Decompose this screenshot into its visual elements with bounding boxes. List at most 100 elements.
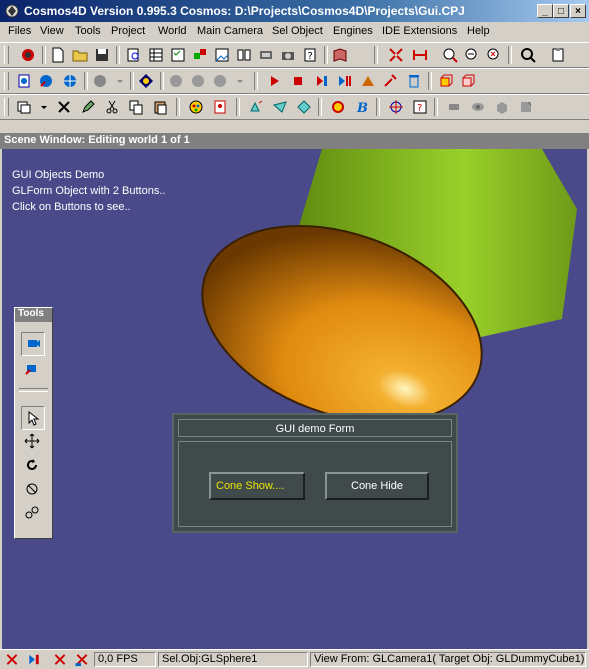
- effect-icon[interactable]: [246, 98, 266, 116]
- toolbar-grip[interactable]: [4, 98, 9, 116]
- table-icon[interactable]: [146, 46, 166, 64]
- record-icon[interactable]: [18, 46, 38, 64]
- expand-icon[interactable]: [386, 46, 406, 64]
- script-icon[interactable]: B: [352, 98, 372, 116]
- stop-icon[interactable]: [288, 72, 308, 90]
- menu-main-camera[interactable]: Main Camera: [197, 25, 263, 37]
- play-icon[interactable]: [264, 72, 284, 90]
- manual-icon[interactable]: [330, 46, 350, 64]
- navigator-icon[interactable]: [136, 72, 156, 90]
- world-import-icon[interactable]: [36, 72, 56, 90]
- zoom-in-icon[interactable]: [440, 46, 460, 64]
- close-button[interactable]: ×: [570, 4, 586, 18]
- chevron-down-icon[interactable]: [230, 72, 250, 90]
- step-icon[interactable]: [312, 72, 332, 90]
- link-tool-icon[interactable]: [21, 502, 43, 524]
- open-folder-icon[interactable]: [70, 46, 90, 64]
- stop-engine-icon[interactable]: [4, 652, 20, 667]
- disable-icon[interactable]: [52, 652, 68, 667]
- cone-show-button[interactable]: Cone Show....: [209, 472, 305, 500]
- textures-icon[interactable]: [212, 46, 232, 64]
- pointer-tool-icon[interactable]: [21, 406, 45, 430]
- maximize-button[interactable]: □: [553, 4, 569, 18]
- eye-disabled-icon[interactable]: [468, 98, 488, 116]
- inspect-icon[interactable]: [518, 46, 538, 64]
- copy-window-icon[interactable]: [14, 98, 34, 116]
- cone-hide-button[interactable]: Cone Hide: [325, 472, 429, 500]
- cone-effect-icon[interactable]: [270, 98, 290, 116]
- menu-project[interactable]: Project: [111, 25, 145, 37]
- sphere-gray-icon[interactable]: [188, 72, 208, 90]
- toolbar-separator: [376, 98, 380, 116]
- gui-form-title: GUI demo Form: [178, 419, 452, 437]
- world-new-icon[interactable]: [14, 72, 34, 90]
- checklist-icon[interactable]: [168, 46, 188, 64]
- chevron-down-icon[interactable]: [34, 98, 54, 116]
- menu-files[interactable]: Files: [8, 25, 31, 37]
- svg-text:B: B: [356, 101, 368, 115]
- app-icon: [5, 4, 19, 18]
- trash-icon[interactable]: [404, 72, 424, 90]
- save-icon[interactable]: [92, 46, 112, 64]
- cube-pink-icon[interactable]: [458, 72, 478, 90]
- material-icon[interactable]: [186, 98, 206, 116]
- play-pause-icon[interactable]: [334, 72, 354, 90]
- edit-icon[interactable]: [78, 98, 98, 116]
- menu-help[interactable]: Help: [467, 25, 490, 37]
- help-page-icon[interactable]: ?: [300, 46, 320, 64]
- menu-engines[interactable]: Engines: [333, 25, 373, 37]
- note-disabled-icon[interactable]: [516, 98, 536, 116]
- delete-icon[interactable]: [54, 98, 74, 116]
- camera-icon[interactable]: [278, 46, 298, 64]
- new-file-icon[interactable]: [48, 46, 68, 64]
- gui-demo-form[interactable]: GUI demo Form Cone Show.... Cone Hide: [172, 413, 458, 533]
- zoom-reset-icon[interactable]: [484, 46, 504, 64]
- find-icon[interactable]: [124, 46, 144, 64]
- camera-tool-icon[interactable]: [21, 358, 43, 380]
- toolbar-grip[interactable]: [4, 72, 9, 90]
- mesh-effect-icon[interactable]: [294, 98, 314, 116]
- context-help-icon[interactable]: ?: [410, 98, 430, 116]
- menu-sel-object[interactable]: Sel Object: [272, 25, 323, 37]
- menu-view[interactable]: View: [40, 25, 64, 37]
- fit-icon[interactable]: [410, 46, 430, 64]
- render-icon[interactable]: [256, 46, 276, 64]
- menu-ide-extensions[interactable]: IDE Extensions: [382, 25, 457, 37]
- world-globe-icon[interactable]: [60, 72, 80, 90]
- cut-icon[interactable]: [102, 98, 122, 116]
- sphere-gray-icon[interactable]: [166, 72, 186, 90]
- move-disabled-icon[interactable]: [444, 98, 464, 116]
- target-icon[interactable]: [386, 98, 406, 116]
- tools-icon[interactable]: [380, 72, 400, 90]
- run-engine-icon[interactable]: [26, 652, 42, 667]
- select-camera-tool-icon[interactable]: [21, 332, 45, 356]
- portrait-icon[interactable]: [210, 98, 230, 116]
- toolbar-separator: [160, 72, 164, 90]
- scene-render: [201, 149, 577, 424]
- move-tool-icon[interactable]: [21, 430, 43, 452]
- objects-icon[interactable]: [190, 46, 210, 64]
- toolbar-separator: [324, 46, 328, 64]
- cube-icon[interactable]: [436, 72, 456, 90]
- scale-tool-icon[interactable]: [21, 478, 43, 500]
- paste-icon[interactable]: [150, 98, 170, 116]
- rotate-tool-icon[interactable]: [21, 454, 43, 476]
- toolbar-grip[interactable]: [4, 46, 9, 64]
- toolbar-separator: [130, 72, 134, 90]
- chevron-down-icon[interactable]: [110, 72, 130, 90]
- minimize-button[interactable]: _: [537, 4, 553, 18]
- menu-world[interactable]: World: [158, 25, 187, 37]
- clipboard-icon[interactable]: [548, 46, 568, 64]
- burst-icon[interactable]: [328, 98, 348, 116]
- disable-run-icon[interactable]: [74, 652, 90, 667]
- cube-disabled-icon[interactable]: [492, 98, 512, 116]
- sphere-gray-icon[interactable]: [90, 72, 110, 90]
- run-icon[interactable]: [358, 72, 378, 90]
- window-title: Cosmos4D Version 0.995.3 Cosmos: D:\Proj…: [24, 4, 465, 18]
- menu-tools[interactable]: Tools: [75, 25, 101, 37]
- book-icon[interactable]: [234, 46, 254, 64]
- zoom-out-icon[interactable]: [462, 46, 482, 64]
- copy-icon[interactable]: [126, 98, 146, 116]
- sphere-gray-icon[interactable]: [210, 72, 230, 90]
- scene-viewport[interactable]: GUI Objects Demo GLForm Object with 2 Bu…: [2, 149, 587, 649]
